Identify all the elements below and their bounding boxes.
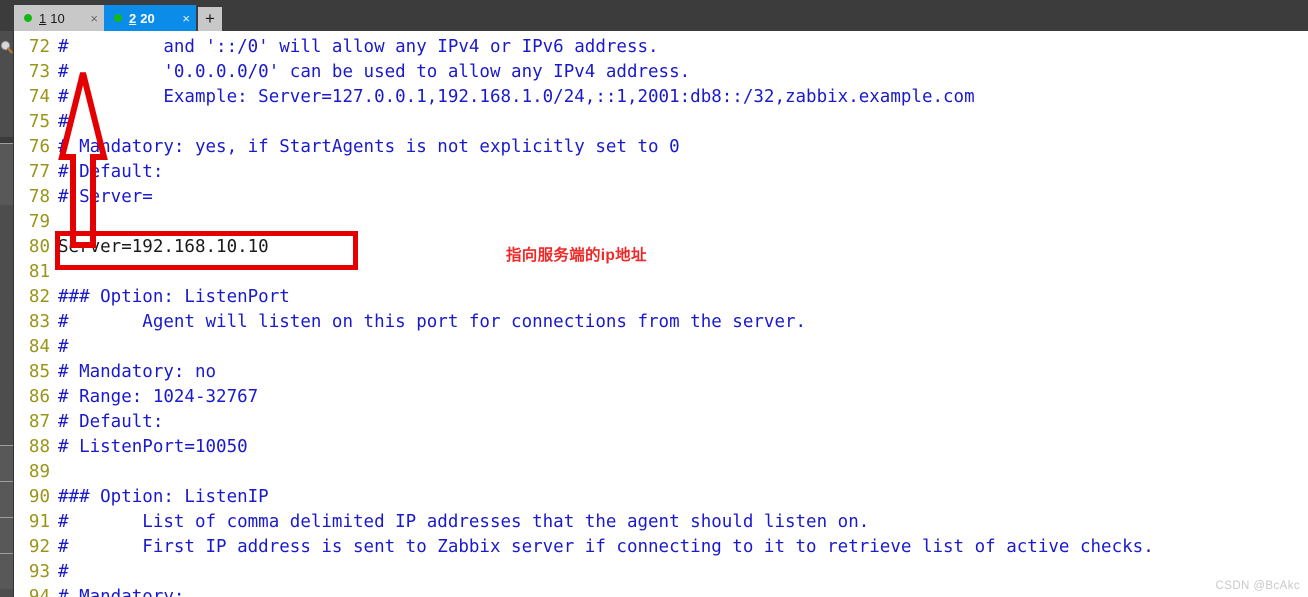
sidebar-panel[interactable] [0,553,13,589]
line-text: # Default: [58,412,164,432]
line-number: 80 [28,237,50,257]
sidebar-panel[interactable] [0,517,13,553]
line-number: 79 [28,212,50,232]
code-line[interactable]: 78 # Server= [14,185,1308,210]
code-line[interactable]: 74 # Example: Server=127.0.0.1,192.168.1.… [14,85,1308,110]
line-text: ### Option: ListenIP [58,487,269,507]
line-number: 92 [28,537,50,557]
line-number: 76 [28,137,50,157]
line-text: # and '::/0' will allow any IPv4 or IPv6… [58,37,659,57]
tab-index-label: 1 [39,10,47,26]
line-text: # Default: [58,162,164,182]
line-text: # [58,562,69,582]
line-number: 81 [28,262,50,282]
code-line[interactable]: 88 # ListenPort=10050 [14,435,1308,460]
tab-2[interactable]: 2 20 × [104,5,196,31]
code-line[interactable]: 92 # First IP address is sent to Zabbix s… [14,535,1308,560]
code-line[interactable]: 93 # [14,560,1308,585]
line-number: 73 [28,62,50,82]
line-text: # [58,112,69,132]
code-editor[interactable]: 72 # and '::/0' will allow any IPv4 or IP… [14,31,1308,597]
line-number: 91 [28,512,50,532]
line-number: 90 [28,487,50,507]
line-number: 74 [28,87,50,107]
left-sidebar [0,31,14,597]
line-number: 89 [28,462,50,482]
line-number: 87 [28,412,50,432]
code-line[interactable]: 94 # Mandatory: [14,585,1308,597]
code-line[interactable]: 77 # Default: [14,160,1308,185]
code-line[interactable]: 82 ### Option: ListenPort [14,285,1308,310]
watermark-label: CSDN @BcAkc [1215,580,1300,592]
code-line[interactable]: 72 # and '::/0' will allow any IPv4 or IP… [14,35,1308,60]
tab-1[interactable]: 1 10 × [14,5,104,31]
sidebar-panel[interactable] [0,481,13,517]
tab-status-dot-icon [114,14,122,22]
line-number: 83 [28,312,50,332]
code-line[interactable]: 86 # Range: 1024-32767 [14,385,1308,410]
line-text: # '0.0.0.0/0' can be used to allow any I… [58,62,691,82]
code-line[interactable]: 85 # Mandatory: no [14,360,1308,385]
tab-index-label: 2 [129,10,137,26]
new-tab-button[interactable]: + [198,7,222,31]
line-number: 75 [28,112,50,132]
tab-bar: 1 10 × 2 20 × + [0,0,1308,31]
line-number: 86 [28,387,50,407]
line-number: 88 [28,437,50,457]
line-text: # [58,337,69,357]
line-text: # List of comma delimited IP addresses t… [58,512,870,532]
tab-close-icon[interactable]: × [84,12,98,25]
code-line[interactable]: 90 ### Option: ListenIP [14,485,1308,510]
line-number: 84 [28,337,50,357]
line-number: 77 [28,162,50,182]
sidebar-panel[interactable] [0,445,13,481]
code-line[interactable]: 87 # Default: [14,410,1308,435]
tab-title-label: 20 [140,10,155,26]
code-lines: 72 # and '::/0' will allow any IPv4 or IP… [14,35,1308,597]
code-line[interactable]: 75 # [14,110,1308,135]
line-number: 85 [28,362,50,382]
code-line[interactable]: 81 [14,260,1308,285]
line-text: # Mandatory: [58,587,185,597]
line-text: # Range: 1024-32767 [58,387,259,407]
code-line[interactable]: 73 # '0.0.0.0/0' can be used to allow any… [14,60,1308,85]
sidebar-panel[interactable] [0,143,13,205]
line-text: ### Option: ListenPort [58,287,290,307]
line-number: 94 [28,587,50,597]
code-line[interactable]: 89 [14,460,1308,485]
line-text: # Agent will listen on this port for con… [58,312,807,332]
tab-title-label: 10 [50,10,65,26]
code-line[interactable]: 83 # Agent will listen on this port for c… [14,310,1308,335]
line-text: # Mandatory: yes, if StartAgents is not … [58,137,680,157]
tab-close-icon[interactable]: × [176,12,190,25]
code-line[interactable]: 76 # Mandatory: yes, if StartAgents is no… [14,135,1308,160]
tab-status-dot-icon [24,14,32,22]
code-line[interactable]: 84 # [14,335,1308,360]
line-text: # Mandatory: no [58,362,217,382]
code-line[interactable]: 79 [14,210,1308,235]
annotation-note-text: 指向服务端的ip地址 [506,247,647,264]
line-number: 78 [28,187,50,207]
line-number: 93 [28,562,50,582]
code-line[interactable]: 80 Server=192.168.10.10 [14,235,1308,260]
line-text: # ListenPort=10050 [58,437,248,457]
line-text: # Example: Server=127.0.0.1,192.168.1.0/… [58,87,975,107]
line-number: 72 [28,37,50,57]
line-text: Server=192.168.10.10 [58,237,269,257]
line-text: # Server= [58,187,153,207]
line-text: # First IP address is sent to Zabbix ser… [58,537,1154,557]
magnifier-icon[interactable] [0,39,13,59]
line-number: 82 [28,287,50,307]
code-line[interactable]: 91 # List of comma delimited IP addresses… [14,510,1308,535]
